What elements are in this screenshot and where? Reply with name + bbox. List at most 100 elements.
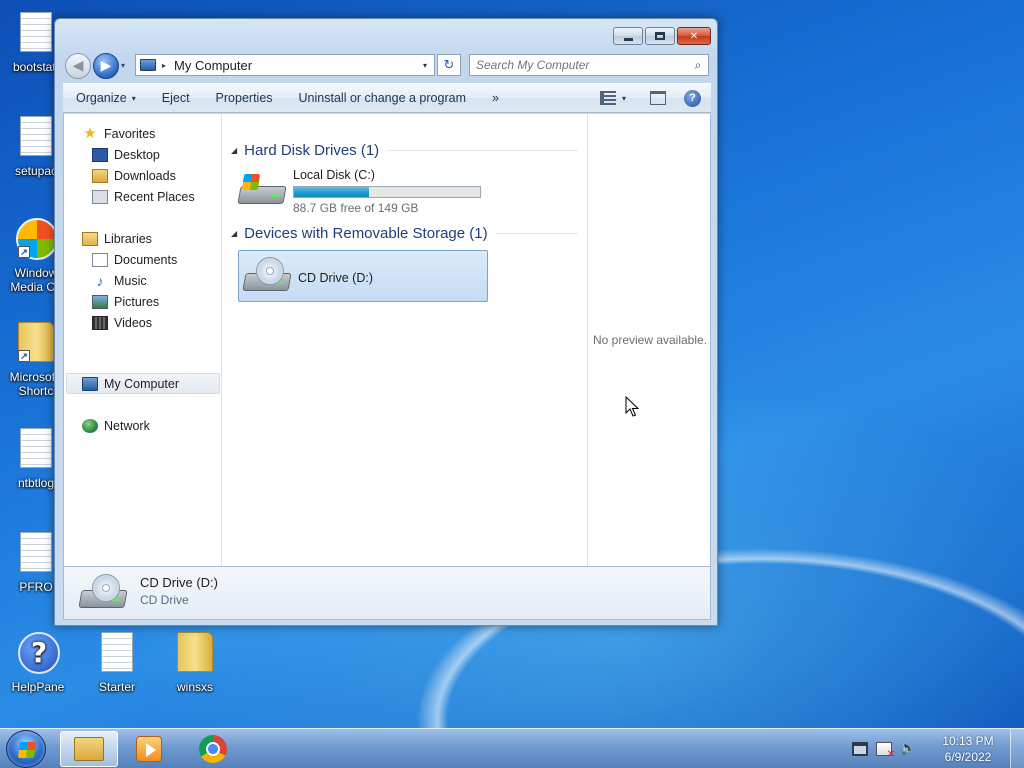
- cd-drive-icon: [242, 255, 292, 297]
- file-list-pane: ◢ Hard Disk Drives (1) Local Disk (C:) 8…: [223, 114, 586, 566]
- breadcrumb-my-computer[interactable]: My Computer: [174, 58, 416, 73]
- collapse-triangle-icon: ◢: [231, 229, 238, 238]
- nav-documents[interactable]: Documents: [92, 249, 177, 270]
- organize-button[interactable]: Organize ▾: [63, 84, 149, 112]
- nav-videos[interactable]: Videos: [92, 312, 152, 333]
- preview-pane-icon[interactable]: [650, 91, 666, 105]
- nav-my-computer[interactable]: My Computer: [66, 373, 220, 394]
- no-preview-text: No preview available.: [592, 333, 708, 347]
- nav-favorites[interactable]: ★ Favorites: [82, 123, 155, 144]
- desktop-icon-label: Starter: [98, 680, 135, 694]
- videos-icon: [92, 315, 108, 330]
- nav-label: Recent Places: [114, 189, 195, 204]
- chevron-down-icon: ▾: [131, 93, 136, 103]
- eject-label: Eject: [161, 91, 190, 105]
- nav-label: Libraries: [104, 231, 152, 246]
- desktop-icon-label: ntbtlog: [17, 476, 55, 490]
- drive-cd-d[interactable]: CD Drive (D:): [238, 250, 488, 302]
- close-icon: ✕: [689, 30, 699, 42]
- computer-icon: [140, 59, 156, 71]
- maximize-button[interactable]: [645, 27, 675, 45]
- action-center-flag-icon[interactable]: [876, 742, 895, 760]
- clock-date: 6/9/2022: [944, 750, 992, 764]
- uninstall-program-button[interactable]: Uninstall or change a program: [286, 84, 479, 112]
- hard-drive-icon: [237, 168, 287, 210]
- forward-arrow-icon: ▶: [100, 58, 112, 74]
- cd-drive-icon: [78, 572, 128, 614]
- network-globe-icon: [82, 418, 98, 433]
- breadcrumb-separator-icon[interactable]: ▸: [162, 61, 166, 70]
- nav-network[interactable]: Network: [82, 415, 150, 436]
- clock[interactable]: 10:13 PM 6/9/2022: [932, 733, 1004, 765]
- more-chevron-icon: »: [491, 91, 499, 105]
- folder-icon: [175, 632, 215, 676]
- desktop-icon-label: HelpPane: [11, 680, 65, 694]
- caption-buttons: ✕: [613, 27, 711, 45]
- back-arrow-icon: ◀: [72, 58, 84, 74]
- clock-time: 10:13 PM: [942, 734, 994, 748]
- nav-label: Music: [114, 273, 147, 288]
- back-button[interactable]: ◀: [65, 53, 91, 79]
- star-icon: ★: [83, 124, 97, 142]
- recent-pages-dropdown[interactable]: ▾: [121, 61, 125, 70]
- group-title: Hard Disk Drives (1): [244, 142, 380, 159]
- capacity-bar-fill: [294, 187, 370, 197]
- minimize-icon: [623, 37, 633, 41]
- drive-free-space: 88.7 GB free of 149 GB: [293, 201, 419, 215]
- group-divider: [495, 233, 578, 234]
- nav-downloads[interactable]: Downloads: [92, 165, 176, 186]
- show-desktop-button[interactable]: [1010, 729, 1024, 768]
- network-status-icon[interactable]: [852, 742, 868, 756]
- taskbar-media-player-button[interactable]: [120, 731, 178, 767]
- nav-libraries[interactable]: Libraries: [82, 228, 152, 249]
- content-area: ★ Favorites Desktop Downloads Recent Pla…: [63, 114, 711, 566]
- group-hard-disk-drives[interactable]: ◢ Hard Disk Drives (1): [231, 142, 578, 159]
- drive-name: Local Disk (C:): [293, 168, 375, 182]
- minimize-button[interactable]: [613, 27, 643, 45]
- maximize-icon: [655, 32, 665, 40]
- search-icon[interactable]: ⌕: [688, 58, 708, 73]
- search-input[interactable]: [470, 58, 688, 72]
- group-removable-storage[interactable]: ◢ Devices with Removable Storage (1): [231, 225, 578, 242]
- help-icon: ?: [18, 632, 60, 676]
- drive-local-disk-c[interactable]: Local Disk (C:) 88.7 GB free of 149 GB: [237, 168, 481, 215]
- nav-pictures[interactable]: Pictures: [92, 291, 159, 312]
- change-view-icon[interactable]: [599, 91, 616, 105]
- address-dropdown-icon[interactable]: ▾: [416, 61, 434, 70]
- preview-pane: No preview available.: [587, 114, 712, 566]
- properties-button[interactable]: Properties: [203, 84, 286, 112]
- eject-button[interactable]: Eject: [149, 84, 203, 112]
- more-commands-button[interactable]: »: [479, 84, 512, 112]
- document-icon: [16, 12, 56, 56]
- pictures-icon: [92, 294, 108, 309]
- libraries-icon: [82, 231, 98, 246]
- nav-music[interactable]: ♪ Music: [92, 270, 147, 291]
- computer-icon: [82, 376, 98, 391]
- nav-label: Favorites: [104, 126, 156, 141]
- nav-label: Desktop: [114, 147, 160, 162]
- forward-button[interactable]: ▶: [93, 53, 119, 79]
- close-button[interactable]: ✕: [677, 27, 711, 45]
- help-icon: ?: [689, 92, 696, 104]
- volume-icon[interactable]: 🔈: [900, 742, 916, 756]
- shortcut-arrow-icon: ↗: [18, 246, 30, 258]
- refresh-button[interactable]: ↻: [437, 54, 461, 76]
- address-bar[interactable]: ▸ My Computer ▾: [135, 54, 435, 76]
- group-divider: [387, 150, 578, 151]
- nav-desktop[interactable]: Desktop: [92, 144, 160, 165]
- desktop-icon-starter[interactable]: Starter: [79, 632, 155, 694]
- folder-icon: ↗: [16, 322, 56, 366]
- document-icon: [16, 532, 56, 576]
- system-tray: 🔈 10:13 PM 6/9/2022: [848, 729, 1024, 768]
- start-button[interactable]: [6, 730, 46, 768]
- taskbar-chrome-button[interactable]: [184, 731, 242, 767]
- views-dropdown-icon[interactable]: ▾: [622, 94, 626, 103]
- desktop-icon-label: winsxs: [176, 680, 213, 694]
- taskbar: 🔈 10:13 PM 6/9/2022: [0, 728, 1024, 768]
- desktop-icon-helppane[interactable]: ? HelpPane: [0, 632, 76, 694]
- taskbar-explorer-button[interactable]: [60, 731, 118, 767]
- refresh-icon: ↻: [443, 57, 455, 73]
- desktop-icon-winsxs[interactable]: winsxs: [157, 632, 233, 694]
- nav-recent-places[interactable]: Recent Places: [92, 186, 195, 207]
- help-button[interactable]: ?: [684, 89, 701, 107]
